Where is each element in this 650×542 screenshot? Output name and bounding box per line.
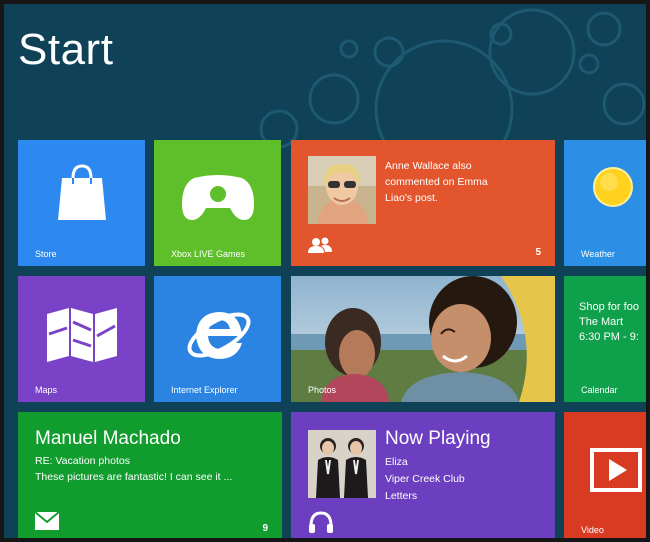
calendar-event-location: The Mart (579, 316, 624, 328)
mail-sender: Manuel Machado (35, 428, 181, 449)
tile-maps-label: Maps (35, 385, 58, 395)
tile-photos-label: Photos (308, 385, 337, 395)
tile-music[interactable]: Now Playing Eliza Viper Creek Club Lette… (291, 412, 555, 538)
tile-ie-label: Internet Explorer (171, 385, 238, 395)
people-notification-count: 5 (535, 247, 541, 258)
album-art (308, 430, 376, 498)
tile-internet-explorer[interactable]: Internet Explorer (154, 276, 281, 402)
tile-weather-label: Weather (581, 249, 615, 259)
shopping-bag-icon (58, 164, 106, 220)
tile-video[interactable]: Video (564, 412, 646, 538)
sun-icon (593, 167, 633, 207)
photo-image (291, 276, 555, 402)
people-message-line: commented on Emma (385, 176, 488, 188)
start-screen: Start Store Xbox LIVE Games Anne Wallace… (0, 0, 650, 542)
tile-people[interactable]: Anne Wallace also commented on Emma Liao… (291, 140, 555, 266)
people-message-line: Anne Wallace also (385, 160, 472, 172)
tile-store-label: Store (35, 249, 57, 259)
tile-video-label: Video (581, 525, 604, 535)
mail-subject: RE: Vacation photos (35, 455, 130, 467)
now-playing-info: Eliza Viper Creek Club Letters (385, 454, 465, 505)
artist-name: Viper Creek Club (385, 473, 465, 485)
mail-preview: These pictures are fantastic! I can see … (35, 471, 233, 483)
people-icon (308, 237, 332, 253)
ie-logo-icon (187, 312, 251, 359)
calendar-event-title: Shop for foo (579, 301, 639, 313)
calendar-event-time: 6:30 PM - 9: (579, 331, 639, 343)
start-title: Start (18, 25, 114, 74)
avatar (308, 156, 376, 224)
people-message-line: Liao's post. (385, 192, 438, 204)
calendar-event: Shop for foo The Mart 6:30 PM - 9: (579, 300, 639, 345)
envelope-icon (35, 512, 59, 530)
album-name: Letters (385, 490, 418, 502)
tile-photos[interactable]: Photos (291, 276, 555, 402)
tile-store[interactable]: Store (18, 140, 145, 266)
tile-mail[interactable]: Manuel Machado RE: Vacation photos These… (18, 412, 282, 538)
tile-xbox-label: Xbox LIVE Games (171, 249, 246, 259)
mail-unread-count: 9 (262, 523, 268, 534)
now-playing-title: Now Playing (385, 428, 491, 449)
people-notification-text: Anne Wallace also commented on Emma Liao… (385, 158, 525, 206)
tile-calendar[interactable]: Shop for foo The Mart 6:30 PM - 9: Calen… (564, 276, 646, 402)
tile-calendar-label: Calendar (581, 385, 618, 395)
tile-xbox-live-games[interactable]: Xbox LIVE Games (154, 140, 281, 266)
game-controller-icon (182, 175, 254, 220)
play-icon (590, 448, 642, 492)
headphones-icon (309, 511, 333, 533)
track-name: Eliza (385, 456, 408, 468)
tile-weather[interactable]: Weather (564, 140, 646, 266)
map-icon (47, 308, 117, 362)
tile-maps[interactable]: Maps (18, 276, 145, 402)
